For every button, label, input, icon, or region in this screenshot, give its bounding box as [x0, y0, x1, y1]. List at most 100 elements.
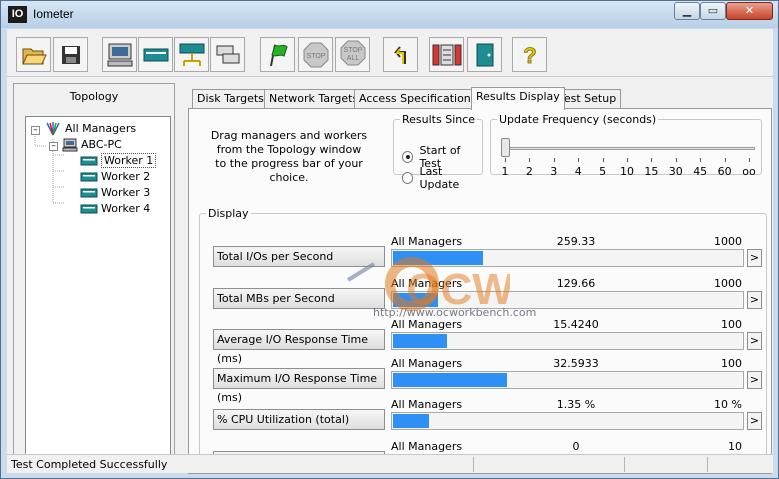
metric-select-button[interactable]: % CPU Utilization (total) — [213, 409, 385, 430]
metric-value: 129.66 — [556, 277, 596, 290]
instruction-line: Drag managers and workers — [210, 129, 368, 142]
manager-list-button[interactable] — [429, 37, 464, 72]
topology-tree[interactable]: – All Managers – ABC-PC Worker 1 Worker … — [25, 116, 171, 460]
stop-all-button[interactable]: STOP ALL — [335, 37, 370, 72]
duplicate-worker-button[interactable] — [210, 37, 245, 72]
tree-collapse-toggle[interactable]: – — [49, 142, 58, 151]
floppy-disk-icon — [61, 45, 80, 64]
slider-tick-label: 1 — [501, 165, 509, 178]
update-frequency-slider-thumb[interactable] — [501, 138, 510, 157]
metric-more-button[interactable]: > — [747, 412, 762, 430]
tree-item-worker-4[interactable]: Worker 4 — [80, 201, 150, 216]
about-button[interactable]: ? — [512, 37, 547, 72]
metric-bar-fill — [393, 293, 438, 307]
tree-item-all-managers[interactable]: All Managers — [44, 121, 136, 136]
tab-results-display[interactable]: Results Display — [471, 87, 565, 110]
metric-header: All Managers 32.5933 100 — [391, 357, 744, 370]
metric-header: All Managers 259.33 1000 — [391, 235, 744, 248]
exit-button[interactable] — [467, 37, 502, 72]
display-legend: Display — [208, 207, 249, 220]
tab-access-specifications[interactable]: Access Specifications — [354, 89, 482, 109]
results-since-group: Results Since Start of Test Last Update — [393, 113, 483, 191]
metric-select-button[interactable]: Maximum I/O Response Time (ms) — [213, 368, 385, 404]
exit-door-icon — [476, 43, 493, 66]
radio-button-selected[interactable] — [402, 151, 414, 163]
instruction-line: to the progress bar of your choice. — [215, 157, 363, 184]
tree-item-manager[interactable]: ABC-PC — [62, 137, 122, 152]
slider-tick-label: oo — [742, 165, 756, 178]
iometer-app-icon[interactable]: IO — [8, 6, 27, 23]
slider-tick-label: 3 — [550, 165, 558, 178]
minimize-button[interactable]: ▁ — [674, 2, 700, 20]
tree-label-manager: ABC-PC — [81, 138, 122, 151]
toolbar: STOP STOP ALL ? — [7, 29, 773, 77]
metric-more-button[interactable]: > — [747, 332, 762, 350]
stop-sign-icon: STOP — [303, 42, 328, 67]
slider-tick-label: 10 — [620, 165, 634, 178]
tab-network-targets[interactable]: Network Targets — [264, 89, 364, 109]
new-network-worker-button[interactable] — [174, 37, 209, 72]
metric-more-button[interactable]: > — [747, 291, 762, 309]
metric-max: 1000 — [714, 235, 742, 248]
metric-value: 32.5933 — [553, 357, 599, 370]
start-display-button[interactable] — [102, 37, 137, 72]
status-text: Test Completed Successfully — [11, 458, 168, 471]
status-bar: Test Completed Successfully — [7, 454, 773, 473]
tree-label-worker: Worker 4 — [101, 202, 151, 215]
slider-tick-label: 5 — [599, 165, 607, 178]
start-tests-button[interactable] — [260, 37, 295, 72]
radio-button[interactable] — [402, 172, 414, 184]
slider-tick — [700, 158, 702, 162]
radio-last-update[interactable]: Last Update — [402, 165, 482, 191]
update-frequency-slider[interactable] — [505, 147, 755, 150]
title-bar[interactable]: IO Iometer ▁ ▭ ✕ — [1, 1, 778, 28]
metric-select-button[interactable]: Average I/O Response Time (ms) — [213, 329, 385, 365]
instruction-line: from the Topology window — [216, 143, 362, 156]
worker-disk-icon — [80, 172, 98, 181]
svg-text:STOP: STOP — [306, 53, 325, 60]
tree-item-worker-3[interactable]: Worker 3 — [80, 185, 150, 200]
tree-item-worker-1[interactable]: Worker 1 — [80, 153, 157, 168]
close-button[interactable]: ✕ — [726, 2, 773, 20]
metric-target: All Managers — [391, 440, 463, 453]
stop-button[interactable]: STOP — [298, 37, 333, 72]
metric-select-button[interactable]: Total I/Os per Second — [213, 246, 385, 267]
metric-header: All Managers 0 10 — [391, 440, 744, 453]
slider-tick — [651, 158, 653, 162]
metric-value: 0 — [572, 440, 580, 453]
svg-text:ALL: ALL — [346, 55, 359, 62]
tree-item-worker-2[interactable]: Worker 2 — [80, 169, 150, 184]
tree-label-all-managers: All Managers — [65, 122, 137, 135]
save-config-button[interactable] — [53, 37, 88, 72]
metric-progress-bar[interactable] — [391, 332, 744, 350]
new-disk-worker-button[interactable] — [138, 37, 173, 72]
metric-select-button[interactable]: Total MBs per Second — [213, 288, 385, 309]
maximize-button[interactable]: ▭ — [700, 2, 726, 20]
slider-tick-label: 45 — [693, 165, 708, 178]
metric-progress-bar[interactable] — [391, 371, 744, 389]
metric-target: All Managers — [391, 398, 463, 411]
status-separator — [624, 457, 625, 472]
metric-bar-fill — [393, 334, 447, 348]
metric-progress-bar[interactable] — [391, 249, 744, 267]
tree-collapse-toggle[interactable]: – — [31, 126, 40, 135]
slider-tick — [529, 158, 531, 162]
reset-workers-button[interactable] — [383, 37, 418, 72]
metric-max: 100 — [721, 357, 742, 370]
open-config-button[interactable] — [16, 37, 51, 72]
metric-progress-bar[interactable] — [391, 412, 744, 430]
metric-target: All Managers — [391, 235, 463, 248]
client-area: STOP STOP ALL ? Topology – All Managers … — [7, 29, 773, 474]
metric-more-button[interactable]: > — [747, 371, 762, 389]
metric-target: All Managers — [391, 318, 463, 331]
svg-text:?: ? — [523, 43, 536, 68]
tree-label-worker: Worker 1 — [101, 153, 157, 168]
slider-tick — [602, 158, 604, 162]
metric-header: All Managers 1.35 % 10 % — [391, 398, 744, 411]
metric-more-button[interactable]: > — [747, 249, 762, 267]
tab-disk-targets[interactable]: Disk Targets — [192, 89, 269, 109]
worker-disk-icon — [80, 204, 98, 213]
update-frequency-legend: Update Frequency (seconds) — [499, 113, 657, 126]
window-title: Iometer — [33, 7, 74, 21]
slider-tick-label: 30 — [668, 165, 683, 178]
